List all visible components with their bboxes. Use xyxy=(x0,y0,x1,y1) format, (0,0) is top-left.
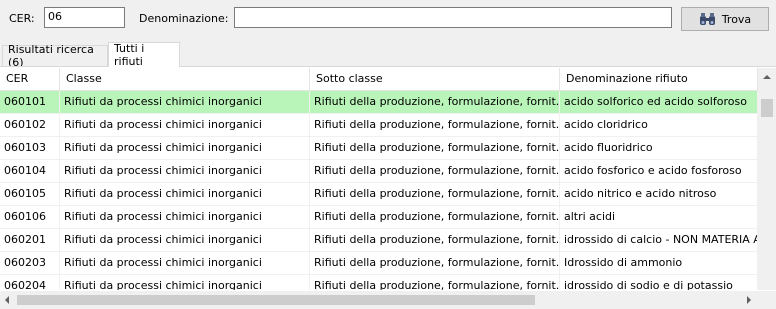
waste-table: CER Classe Sotto classe Denominazione ri… xyxy=(0,68,758,290)
table-row[interactable]: 060201 Rifiuti da processi chimici inorga… xyxy=(0,229,758,252)
cell-denominazione[interactable]: acido fluoridrico xyxy=(560,137,758,159)
header-cer[interactable]: CER xyxy=(0,68,60,90)
cell-denominazione[interactable]: acido nitrico e acido nitroso xyxy=(560,183,758,205)
cell-cer[interactable]: 060204 xyxy=(0,275,60,290)
cell-cer[interactable]: 060103 xyxy=(0,137,60,159)
vertical-scroll-thumb[interactable] xyxy=(761,99,773,117)
cell-classe[interactable]: Rifiuti da processi chimici inorganici xyxy=(60,137,310,159)
cell-sotto-classe[interactable]: Rifiuti della produzione, formulazione, … xyxy=(310,183,560,205)
table-row[interactable]: 060103 Rifiuti da processi chimici inorga… xyxy=(0,137,758,160)
tab-risultati-ricerca[interactable]: Risultati ricerca (6) xyxy=(2,43,108,69)
cell-sotto-classe[interactable]: Rifiuti della produzione, formulazione, … xyxy=(310,206,560,228)
cell-cer[interactable]: 060203 xyxy=(0,252,60,274)
table-row[interactable]: 060102 Rifiuti da processi chimici inorga… xyxy=(0,114,758,137)
scroll-corner xyxy=(758,291,776,309)
scroll-right-arrow-icon[interactable] xyxy=(747,296,751,304)
table-row[interactable]: 060106 Rifiuti da processi chimici inorga… xyxy=(0,206,758,229)
cell-sotto-classe[interactable]: Rifiuti della produzione, formulazione, … xyxy=(310,252,560,274)
header-sotto-classe[interactable]: Sotto classe xyxy=(310,68,560,90)
cell-denominazione[interactable]: acido cloridrico xyxy=(560,114,758,136)
cell-cer[interactable]: 060201 xyxy=(0,229,60,251)
cer-input[interactable]: 06 xyxy=(44,7,125,28)
find-button-label: Trova xyxy=(721,12,752,26)
vertical-scrollbar[interactable] xyxy=(758,68,776,290)
horizontal-scrollbar[interactable] xyxy=(0,291,758,309)
table-row[interactable]: 060105 Rifiuti da processi chimici inorga… xyxy=(0,183,758,206)
header-classe[interactable]: Classe xyxy=(60,68,310,90)
cell-classe[interactable]: Rifiuti da processi chimici inorganici xyxy=(60,114,310,136)
cell-sotto-classe[interactable]: Rifiuti della produzione, formulazione, … xyxy=(310,114,560,136)
cell-denominazione[interactable]: altri acidi xyxy=(560,206,758,228)
table-row[interactable]: 060203 Rifiuti da processi chimici inorga… xyxy=(0,252,758,275)
scroll-left-arrow-icon[interactable] xyxy=(5,296,9,304)
denominazione-label: Denominazione: xyxy=(139,12,229,25)
tab-tutti-i-rifiuti[interactable]: Tutti i rifiuti xyxy=(108,42,180,68)
cell-classe[interactable]: Rifiuti da processi chimici inorganici xyxy=(60,91,310,113)
cell-classe[interactable]: Rifiuti da processi chimici inorganici xyxy=(60,252,310,274)
tab-tutti-label: Tutti i rifiuti xyxy=(114,42,145,68)
scroll-up-arrow-icon[interactable] xyxy=(763,75,771,79)
cell-denominazione[interactable]: idrossido di sodio e di potassio xyxy=(560,275,758,290)
cell-cer[interactable]: 060102 xyxy=(0,114,60,136)
cell-cer[interactable]: 060104 xyxy=(0,160,60,182)
find-button[interactable]: Trova xyxy=(681,7,769,31)
table-row[interactable]: 060204 Rifiuti da processi chimici inorga… xyxy=(0,275,758,290)
tab-bar: Risultati ricerca (6) Tutti i rifiuti xyxy=(0,42,776,69)
cell-cer[interactable]: 060101 xyxy=(0,91,60,113)
cell-classe[interactable]: Rifiuti da processi chimici inorganici xyxy=(60,160,310,182)
cell-classe[interactable]: Rifiuti da processi chimici inorganici xyxy=(60,229,310,251)
cell-classe[interactable]: Rifiuti da processi chimici inorganici xyxy=(60,275,310,290)
cell-denominazione[interactable]: acido fosforico e acido fosforoso xyxy=(560,160,758,182)
table-row[interactable]: 060101 Rifiuti da processi chimici inorga… xyxy=(0,91,758,114)
cell-denominazione[interactable]: acido solforico ed acido solforoso xyxy=(560,91,758,113)
cell-denominazione[interactable]: idrossido di calcio - NON MATERIA A xyxy=(560,229,758,251)
cell-sotto-classe[interactable]: Rifiuti della produzione, formulazione, … xyxy=(310,229,560,251)
cell-classe[interactable]: Rifiuti da processi chimici inorganici xyxy=(60,183,310,205)
cer-label: CER: xyxy=(9,12,35,25)
binoculars-icon xyxy=(699,12,716,26)
cell-classe[interactable]: Rifiuti da processi chimici inorganici xyxy=(60,206,310,228)
cell-sotto-classe[interactable]: Rifiuti della produzione, formulazione, … xyxy=(310,91,560,113)
cell-sotto-classe[interactable]: Rifiuti della produzione, formulazione, … xyxy=(310,275,560,290)
cell-cer[interactable]: 060105 xyxy=(0,183,60,205)
table-header: CER Classe Sotto classe Denominazione ri… xyxy=(0,68,758,91)
cell-sotto-classe[interactable]: Rifiuti della produzione, formulazione, … xyxy=(310,137,560,159)
table-row[interactable]: 060104 Rifiuti da processi chimici inorga… xyxy=(0,160,758,183)
cell-cer[interactable]: 060106 xyxy=(0,206,60,228)
horizontal-scroll-thumb[interactable] xyxy=(17,295,535,305)
cell-sotto-classe[interactable]: Rifiuti della produzione, formulazione, … xyxy=(310,160,560,182)
denominazione-input[interactable] xyxy=(234,7,672,28)
header-denominazione[interactable]: Denominazione rifiuto xyxy=(560,68,758,90)
cell-denominazione[interactable]: Idrossido di ammonio xyxy=(560,252,758,274)
